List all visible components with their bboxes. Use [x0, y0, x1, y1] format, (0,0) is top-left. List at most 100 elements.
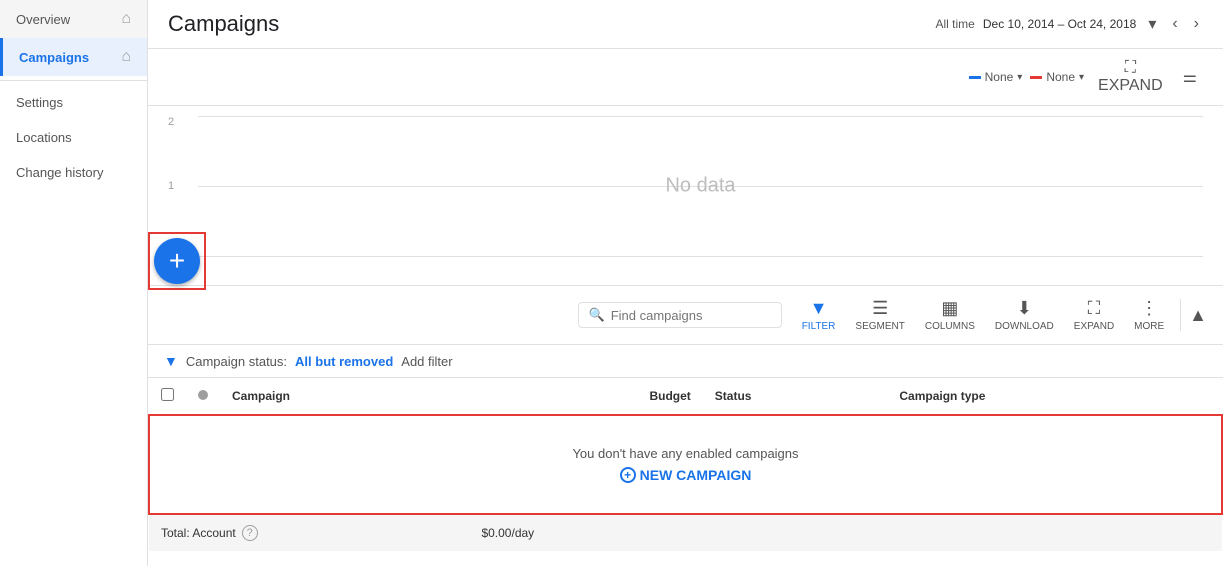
table-header-row: Campaign Budget Status Campaign type — [149, 378, 1222, 415]
add-filter-btn[interactable]: Add filter — [401, 354, 452, 369]
page-header: Campaigns All time Dec 10, 2014 – Oct 24… — [148, 0, 1223, 49]
sidebar-item-settings[interactable]: Settings — [0, 85, 147, 120]
search-icon: 🔍 — [589, 307, 605, 323]
download-label: DOWNLOAD — [995, 321, 1054, 332]
th-status: Status — [703, 378, 888, 415]
segment2-arrow[interactable]: ▾ — [1079, 72, 1084, 83]
sidebar: Overview ⌂ Campaigns ⌂ Settings Location… — [0, 0, 148, 566]
table-area: 🔍 ▼ FILTER ☰ SEGMENT ▦ COLUMNS ⬇ DOWNLOA… — [148, 286, 1223, 566]
columns-btn[interactable]: ▦ COLUMNS — [917, 294, 983, 336]
segment2-label: None — [1046, 70, 1075, 84]
total-budget-cell: $0.00/day — [469, 514, 702, 551]
sidebar-item-label: Locations — [16, 130, 72, 145]
new-campaign-label: NEW CAMPAIGN — [640, 467, 752, 483]
filter-btn[interactable]: ▼ FILTER — [794, 294, 844, 336]
download-icon: ⬇ — [1017, 298, 1032, 319]
new-campaign-btn[interactable]: + NEW CAMPAIGN — [620, 467, 752, 483]
th-status-dot — [186, 378, 220, 415]
th-checkbox — [149, 378, 186, 415]
add-campaign-btn[interactable]: + — [154, 238, 200, 284]
expand-label: EXPAND — [1098, 77, 1163, 95]
segment2: None ▾ — [1030, 70, 1084, 84]
add-campaign-container: + — [148, 232, 206, 290]
settings-icon: ⚌ — [1183, 67, 1197, 87]
th-budget: Budget — [469, 378, 702, 415]
page-title: Campaigns — [168, 11, 279, 37]
more-label: MORE — [1134, 321, 1164, 332]
filter-row: ▼ Campaign status: All but removed Add f… — [148, 345, 1223, 378]
chart-lines: No data — [198, 116, 1203, 256]
date-prev-btn[interactable]: ‹ — [1168, 11, 1181, 37]
total-type-cell — [887, 514, 1222, 551]
chart-settings-btn[interactable]: ⚌ — [1177, 63, 1203, 91]
filter-funnel-icon: ▼ — [164, 353, 178, 369]
toolbar-divider — [1180, 299, 1181, 331]
filter-icon: ▼ — [810, 298, 828, 319]
th-campaign-type: Campaign type — [887, 378, 1222, 415]
filter-text: Campaign status: — [186, 354, 287, 369]
sidebar-item-label: Overview — [16, 12, 70, 27]
segment-btn[interactable]: ☰ SEGMENT — [847, 294, 912, 336]
more-icon: ⋮ — [1140, 298, 1158, 319]
date-next-btn[interactable]: › — [1190, 11, 1203, 37]
segment1-dot — [969, 76, 981, 79]
download-btn[interactable]: ⬇ DOWNLOAD — [987, 294, 1062, 336]
sidebar-divider — [0, 80, 147, 81]
home-icon: ⌂ — [121, 10, 131, 28]
empty-row: You don't have any enabled campaigns + N… — [149, 415, 1222, 514]
empty-message-cell: You don't have any enabled campaigns + N… — [149, 415, 1222, 514]
segment-icon: ☰ — [872, 298, 888, 319]
sidebar-item-overview[interactable]: Overview ⌂ — [0, 0, 147, 38]
no-data-text: No data — [665, 175, 735, 198]
alltime-label: All time — [936, 17, 975, 31]
total-label-cell: Total: Account ? — [149, 514, 469, 551]
campaigns-table: Campaign Budget Status Campaign type You… — [148, 378, 1223, 551]
expand-table-btn[interactable]: ⛶ EXPAND — [1066, 294, 1122, 336]
segment-label: SEGMENT — [855, 321, 904, 332]
expand-label: EXPAND — [1074, 321, 1114, 332]
sidebar-item-campaigns[interactable]: Campaigns ⌂ — [0, 38, 147, 76]
segment1-arrow[interactable]: ▾ — [1017, 72, 1022, 83]
chart-area: 2 1 0 No data — [148, 106, 1223, 286]
select-all-checkbox[interactable] — [161, 388, 174, 401]
sidebar-item-label: Campaigns — [19, 50, 89, 65]
expand-icon: ⛶ — [1125, 59, 1136, 77]
y-label-1: 1 — [168, 180, 174, 192]
date-range: Dec 10, 2014 – Oct 24, 2018 — [983, 17, 1136, 31]
total-row: Total: Account ? $0.00/day — [149, 514, 1222, 551]
table-toolbar: 🔍 ▼ FILTER ☰ SEGMENT ▦ COLUMNS ⬇ DOWNLOA… — [148, 286, 1223, 345]
filter-value: All but removed — [295, 354, 393, 369]
segment1-label: None — [985, 70, 1014, 84]
columns-icon: ▦ — [941, 298, 958, 319]
chart-line-bottom — [198, 256, 1203, 257]
sidebar-item-locations[interactable]: Locations — [0, 120, 147, 155]
expand-icon: ⛶ — [1088, 298, 1101, 319]
empty-text: You don't have any enabled campaigns — [180, 446, 1191, 461]
th-campaign: Campaign — [220, 378, 469, 415]
columns-label: COLUMNS — [925, 321, 975, 332]
search-box[interactable]: 🔍 — [578, 302, 782, 328]
total-status-cell — [703, 514, 888, 551]
y-label-2: 2 — [168, 116, 174, 128]
total-label: Total: Account — [161, 526, 236, 540]
date-dropdown-btn[interactable]: ▾ — [1144, 10, 1160, 38]
sidebar-item-label: Change history — [16, 165, 103, 180]
add-btn-highlight: + — [148, 232, 206, 290]
main-content: Campaigns All time Dec 10, 2014 – Oct 24… — [148, 0, 1223, 566]
filter-label: FILTER — [802, 321, 836, 332]
segment2-dot — [1030, 76, 1042, 79]
data-table: Campaign Budget Status Campaign type You… — [148, 378, 1223, 566]
search-input[interactable] — [611, 308, 771, 323]
segment-toolbar: None ▾ None ▾ ⛶ EXPAND ⚌ — [148, 49, 1223, 106]
sidebar-item-change-history[interactable]: Change history — [0, 155, 147, 190]
sidebar-item-label: Settings — [16, 95, 63, 110]
plus-circle-icon: + — [620, 467, 636, 483]
segment1: None ▾ — [969, 70, 1023, 84]
plus-icon: + — [169, 245, 185, 277]
more-btn[interactable]: ⋮ MORE — [1126, 294, 1172, 336]
expand-chart-btn[interactable]: ⛶ EXPAND — [1092, 55, 1169, 99]
collapse-btn[interactable]: ▲ — [1189, 305, 1207, 326]
help-icon[interactable]: ? — [242, 525, 258, 541]
home-icon: ⌂ — [121, 48, 131, 66]
chart-line-top — [198, 116, 1203, 117]
